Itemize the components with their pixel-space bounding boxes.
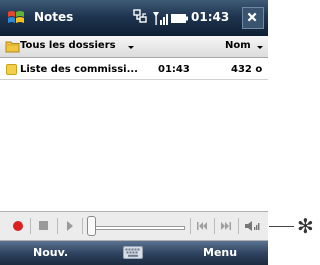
slider-thumb-handle[interactable] <box>87 216 96 236</box>
folder-icon <box>5 41 20 53</box>
soft-key-bar: Nouv. Menu <box>0 241 268 265</box>
close-button[interactable] <box>242 7 264 29</box>
signal-strength-icon[interactable] <box>152 9 168 27</box>
clock-time[interactable]: 01:43 <box>191 10 229 24</box>
folder-dropdown-chevron-icon[interactable] <box>128 46 134 49</box>
note-icon <box>6 64 17 75</box>
title-bar: Notes 01:43 <box>0 0 268 36</box>
connectivity-icon[interactable] <box>133 8 149 26</box>
stop-button[interactable] <box>35 217 53 235</box>
new-softkey-button[interactable]: Nouv. <box>33 246 68 259</box>
callout-asterisk-mark: ✻ <box>297 214 314 238</box>
playback-progress-slider[interactable] <box>95 226 185 230</box>
volume-button[interactable] <box>243 217 261 235</box>
divider <box>57 218 58 234</box>
note-time: 01:43 <box>158 64 190 75</box>
menu-softkey-button[interactable]: Menu <box>203 246 237 259</box>
skip-previous-button[interactable] <box>193 217 211 235</box>
start-menu-windows-icon[interactable] <box>6 8 26 28</box>
sort-dropdown-chevron-icon[interactable] <box>257 46 263 49</box>
audio-player-bar <box>0 211 268 241</box>
divider <box>238 218 239 234</box>
close-icon <box>247 12 257 22</box>
skip-next-button[interactable] <box>217 217 235 235</box>
app-title: Notes <box>34 10 74 24</box>
divider <box>190 218 191 234</box>
list-header: Tous les dossiers Nom <box>0 36 268 58</box>
record-button[interactable] <box>9 217 27 235</box>
callout-leader-line <box>269 226 294 227</box>
play-button[interactable] <box>61 217 79 235</box>
notes-list: Liste des commissi... 01:43 432 o <box>0 58 268 208</box>
sort-by-dropdown[interactable]: Nom <box>225 40 251 51</box>
divider <box>214 218 215 234</box>
note-size: 432 o <box>231 64 263 75</box>
list-item[interactable]: Liste des commissi... 01:43 432 o <box>0 61 268 80</box>
battery-icon[interactable] <box>171 14 188 23</box>
divider <box>30 218 31 234</box>
keyboard-icon[interactable] <box>123 246 143 259</box>
divider <box>82 218 83 234</box>
device-screen: Notes 01:43 Tous les dossiers Nom Liste … <box>0 0 268 265</box>
note-name: Liste des commissi... <box>20 64 138 75</box>
folder-filter-dropdown[interactable]: Tous les dossiers <box>20 40 116 51</box>
